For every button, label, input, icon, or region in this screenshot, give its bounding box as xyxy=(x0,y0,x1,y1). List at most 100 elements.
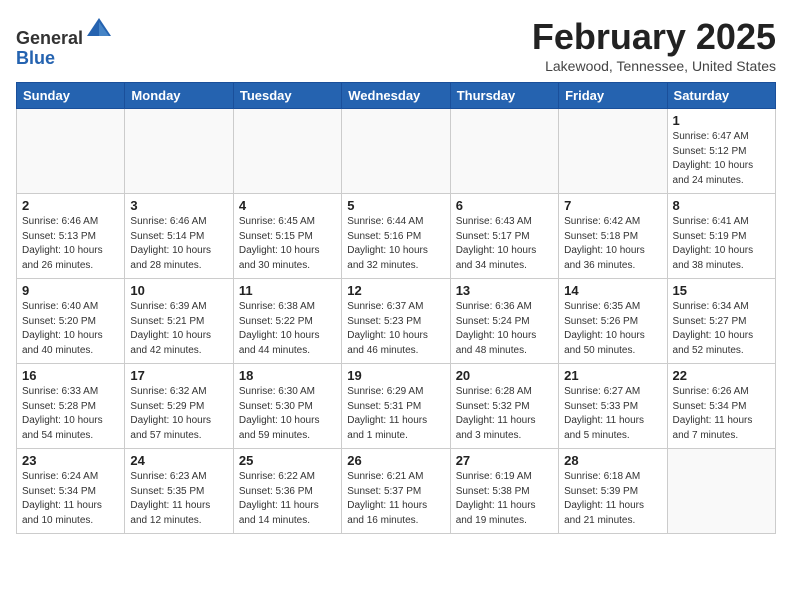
col-header-saturday: Saturday xyxy=(667,83,775,109)
calendar-cell xyxy=(559,109,667,194)
calendar-cell: 24 Sunrise: 6:23 AM Sunset: 5:35 PM Dayli… xyxy=(125,449,233,534)
day-number: 27 xyxy=(456,453,553,468)
logo: General Blue xyxy=(16,16,113,69)
calendar-cell: 9 Sunrise: 6:40 AM Sunset: 5:20 PM Daylig… xyxy=(17,279,125,364)
day-number: 13 xyxy=(456,283,553,298)
calendar-cell: 23 Sunrise: 6:24 AM Sunset: 5:34 PM Dayli… xyxy=(17,449,125,534)
month-title: February 2025 xyxy=(532,16,776,58)
day-info: Sunrise: 6:30 AM Sunset: 5:30 PM Dayligh… xyxy=(239,385,336,443)
col-header-sunday: Sunday xyxy=(17,83,125,109)
day-info: Sunrise: 6:26 AM Sunset: 5:34 PM Dayligh… xyxy=(673,385,770,443)
day-number: 7 xyxy=(564,198,661,213)
day-number: 10 xyxy=(130,283,227,298)
calendar-cell: 22 Sunrise: 6:26 AM Sunset: 5:34 PM Dayli… xyxy=(667,364,775,449)
calendar-cell: 18 Sunrise: 6:30 AM Sunset: 5:30 PM Dayli… xyxy=(233,364,341,449)
calendar-cell xyxy=(667,449,775,534)
day-number: 19 xyxy=(347,368,444,383)
day-number: 6 xyxy=(456,198,553,213)
calendar-cell: 10 Sunrise: 6:39 AM Sunset: 5:21 PM Dayli… xyxy=(125,279,233,364)
calendar-cell: 3Sunrise: 6:46 AM Sunset: 5:14 PM Daylig… xyxy=(125,194,233,279)
day-number: 12 xyxy=(347,283,444,298)
day-info: Sunrise: 6:19 AM Sunset: 5:38 PM Dayligh… xyxy=(456,470,553,528)
col-header-thursday: Thursday xyxy=(450,83,558,109)
calendar-cell xyxy=(17,109,125,194)
calendar-cell: 13 Sunrise: 6:36 AM Sunset: 5:24 PM Dayli… xyxy=(450,279,558,364)
day-number: 18 xyxy=(239,368,336,383)
calendar-cell: 14 Sunrise: 6:35 AM Sunset: 5:26 PM Dayli… xyxy=(559,279,667,364)
calendar-cell: 1 Sunrise: 6:47 AM Sunset: 5:12 PM Daylig… xyxy=(667,109,775,194)
day-number: 1 xyxy=(673,113,770,128)
calendar-cell: 5 Sunrise: 6:44 AM Sunset: 5:16 PM Daylig… xyxy=(342,194,450,279)
day-info: Sunrise: 6:42 AM Sunset: 5:18 PM Dayligh… xyxy=(564,215,661,273)
day-number: 15 xyxy=(673,283,770,298)
calendar-cell xyxy=(342,109,450,194)
logo-blue: Blue xyxy=(16,48,55,68)
day-info: Sunrise: 6:47 AM Sunset: 5:12 PM Dayligh… xyxy=(673,130,770,188)
calendar-cell: 28 Sunrise: 6:18 AM Sunset: 5:39 PM Dayli… xyxy=(559,449,667,534)
day-number: 28 xyxy=(564,453,661,468)
day-info: Sunrise: 6:34 AM Sunset: 5:27 PM Dayligh… xyxy=(673,300,770,358)
calendar-cell: 11 Sunrise: 6:38 AM Sunset: 5:22 PM Dayli… xyxy=(233,279,341,364)
day-number: 23 xyxy=(22,453,119,468)
title-block: February 2025 Lakewood, Tennessee, Unite… xyxy=(532,16,776,74)
calendar-cell: 20 Sunrise: 6:28 AM Sunset: 5:32 PM Dayli… xyxy=(450,364,558,449)
day-number: 16 xyxy=(22,368,119,383)
day-info: Sunrise: 6:44 AM Sunset: 5:16 PM Dayligh… xyxy=(347,215,444,273)
logo-icon xyxy=(85,16,113,44)
day-info: Sunrise: 6:29 AM Sunset: 5:31 PM Dayligh… xyxy=(347,385,444,443)
calendar-cell: 8 Sunrise: 6:41 AM Sunset: 5:19 PM Daylig… xyxy=(667,194,775,279)
day-info: Sunrise: 6:40 AM Sunset: 5:20 PM Dayligh… xyxy=(22,300,119,358)
day-info: Sunrise: 6:41 AM Sunset: 5:19 PM Dayligh… xyxy=(673,215,770,273)
day-info: Sunrise: 6:35 AM Sunset: 5:26 PM Dayligh… xyxy=(564,300,661,358)
col-header-monday: Monday xyxy=(125,83,233,109)
week-row-4: 23 Sunrise: 6:24 AM Sunset: 5:34 PM Dayli… xyxy=(17,449,776,534)
day-info: Sunrise: 6:27 AM Sunset: 5:33 PM Dayligh… xyxy=(564,385,661,443)
day-info: Sunrise: 6:22 AM Sunset: 5:36 PM Dayligh… xyxy=(239,470,336,528)
day-info: Sunrise: 6:23 AM Sunset: 5:35 PM Dayligh… xyxy=(130,470,227,528)
day-number: 24 xyxy=(130,453,227,468)
day-number: 22 xyxy=(673,368,770,383)
calendar-cell: 17Sunrise: 6:32 AM Sunset: 5:29 PM Dayli… xyxy=(125,364,233,449)
day-info: Sunrise: 6:46 AM Sunset: 5:14 PM Dayligh… xyxy=(130,215,227,273)
calendar-cell: 7 Sunrise: 6:42 AM Sunset: 5:18 PM Daylig… xyxy=(559,194,667,279)
day-info: Sunrise: 6:43 AM Sunset: 5:17 PM Dayligh… xyxy=(456,215,553,273)
calendar-cell: 27 Sunrise: 6:19 AM Sunset: 5:38 PM Dayli… xyxy=(450,449,558,534)
day-info: Sunrise: 6:46 AM Sunset: 5:13 PM Dayligh… xyxy=(22,215,119,273)
day-number: 14 xyxy=(564,283,661,298)
calendar-cell: 4Sunrise: 6:45 AM Sunset: 5:15 PM Daylig… xyxy=(233,194,341,279)
calendar-cell: 25 Sunrise: 6:22 AM Sunset: 5:36 PM Dayli… xyxy=(233,449,341,534)
day-info: Sunrise: 6:21 AM Sunset: 5:37 PM Dayligh… xyxy=(347,470,444,528)
day-number: 5 xyxy=(347,198,444,213)
day-info: Sunrise: 6:45 AM Sunset: 5:15 PM Dayligh… xyxy=(239,215,336,273)
week-row-1: 2 Sunrise: 6:46 AM Sunset: 5:13 PM Daylig… xyxy=(17,194,776,279)
day-info: Sunrise: 6:28 AM Sunset: 5:32 PM Dayligh… xyxy=(456,385,553,443)
week-row-0: 1 Sunrise: 6:47 AM Sunset: 5:12 PM Daylig… xyxy=(17,109,776,194)
calendar-cell xyxy=(450,109,558,194)
day-info: Sunrise: 6:38 AM Sunset: 5:22 PM Dayligh… xyxy=(239,300,336,358)
calendar-cell xyxy=(233,109,341,194)
week-row-3: 16 Sunrise: 6:33 AM Sunset: 5:28 PM Dayli… xyxy=(17,364,776,449)
day-number: 11 xyxy=(239,283,336,298)
location: Lakewood, Tennessee, United States xyxy=(532,58,776,74)
calendar-cell: 12Sunrise: 6:37 AM Sunset: 5:23 PM Dayli… xyxy=(342,279,450,364)
calendar-cell: 16 Sunrise: 6:33 AM Sunset: 5:28 PM Dayli… xyxy=(17,364,125,449)
calendar-cell: 6 Sunrise: 6:43 AM Sunset: 5:17 PM Daylig… xyxy=(450,194,558,279)
calendar-cell: 2 Sunrise: 6:46 AM Sunset: 5:13 PM Daylig… xyxy=(17,194,125,279)
day-number: 9 xyxy=(22,283,119,298)
day-info: Sunrise: 6:33 AM Sunset: 5:28 PM Dayligh… xyxy=(22,385,119,443)
col-header-friday: Friday xyxy=(559,83,667,109)
calendar-cell: 15 Sunrise: 6:34 AM Sunset: 5:27 PM Dayli… xyxy=(667,279,775,364)
day-number: 25 xyxy=(239,453,336,468)
day-number: 8 xyxy=(673,198,770,213)
calendar-table: SundayMondayTuesdayWednesdayThursdayFrid… xyxy=(16,82,776,534)
day-number: 17 xyxy=(130,368,227,383)
calendar-cell: 26Sunrise: 6:21 AM Sunset: 5:37 PM Dayli… xyxy=(342,449,450,534)
calendar-header-row: SundayMondayTuesdayWednesdayThursdayFrid… xyxy=(17,83,776,109)
week-row-2: 9 Sunrise: 6:40 AM Sunset: 5:20 PM Daylig… xyxy=(17,279,776,364)
day-info: Sunrise: 6:39 AM Sunset: 5:21 PM Dayligh… xyxy=(130,300,227,358)
day-info: Sunrise: 6:36 AM Sunset: 5:24 PM Dayligh… xyxy=(456,300,553,358)
day-number: 2 xyxy=(22,198,119,213)
day-info: Sunrise: 6:18 AM Sunset: 5:39 PM Dayligh… xyxy=(564,470,661,528)
day-number: 20 xyxy=(456,368,553,383)
day-info: Sunrise: 6:24 AM Sunset: 5:34 PM Dayligh… xyxy=(22,470,119,528)
